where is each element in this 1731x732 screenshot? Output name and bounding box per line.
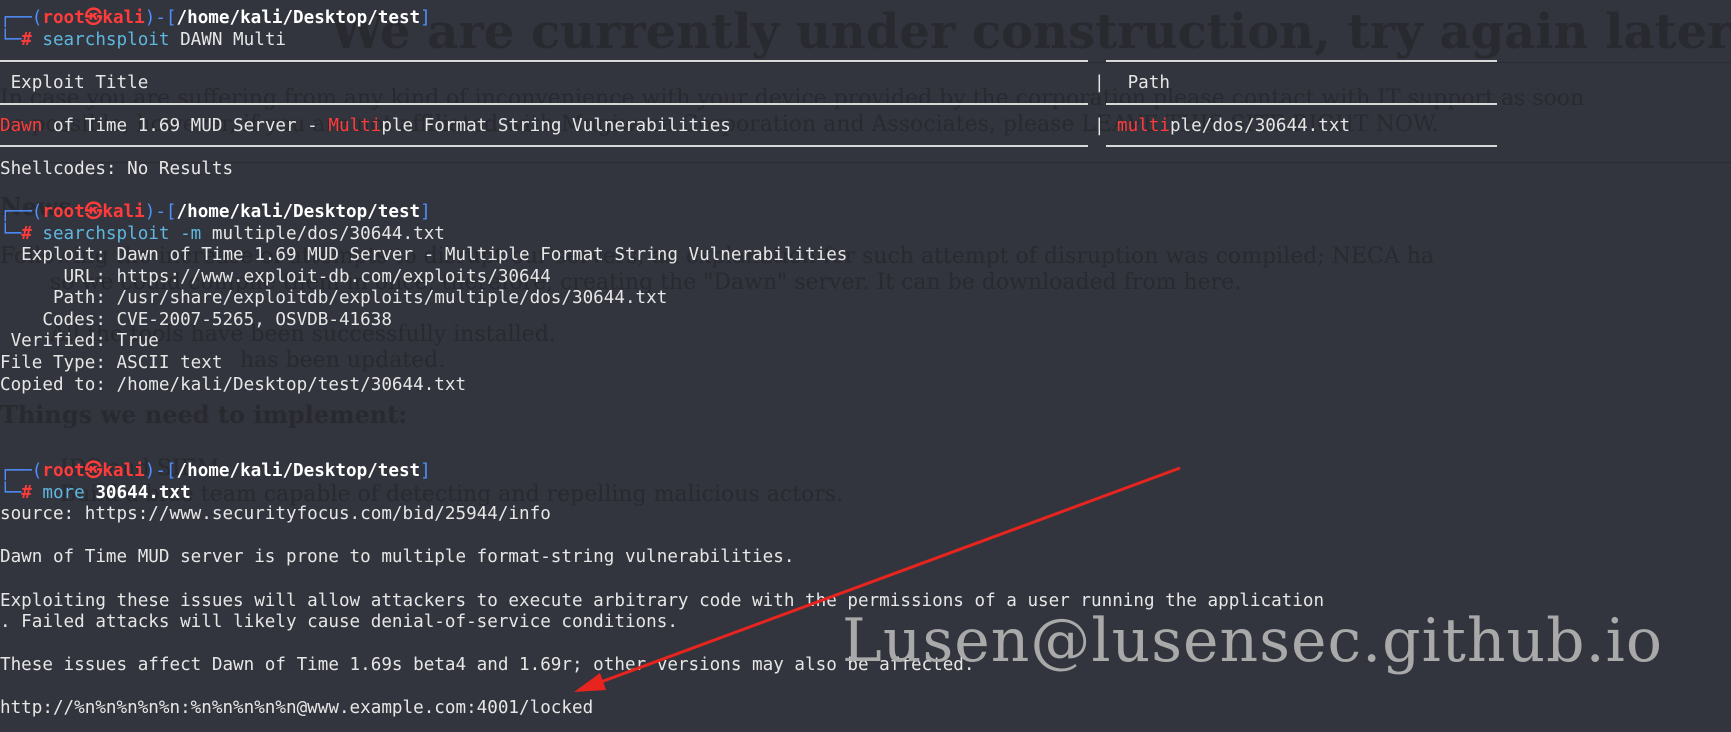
watermark: Lusen@lusensec.github.io [842,606,1663,676]
arrow-head [574,673,606,692]
